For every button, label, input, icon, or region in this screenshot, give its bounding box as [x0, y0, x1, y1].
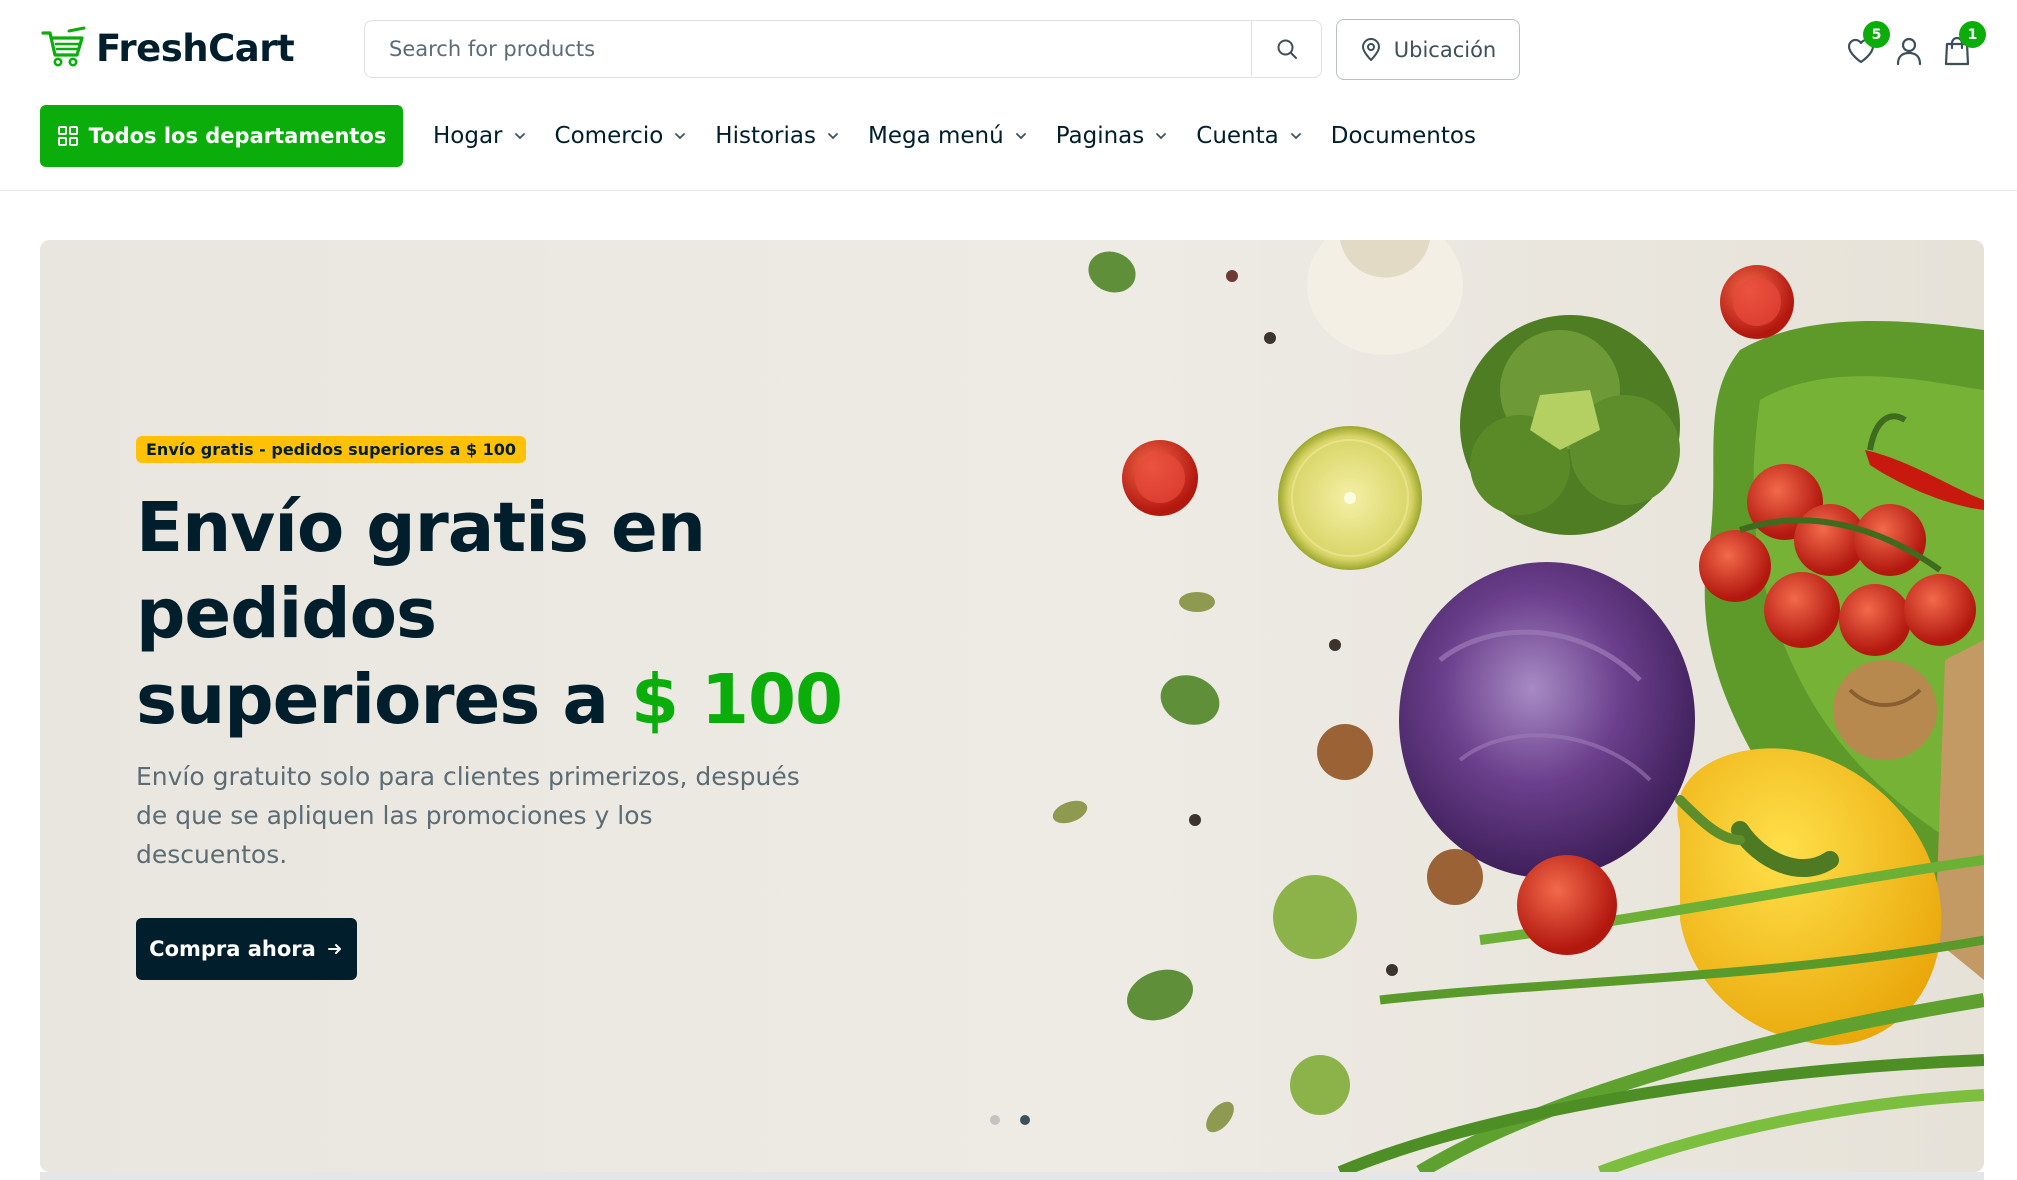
cart-count-badge: 1 [1959, 21, 1986, 48]
wishlist-count-badge: 5 [1863, 21, 1890, 48]
logo[interactable]: FreshCart [40, 22, 295, 74]
promo-badge: Envío gratis - pedidos superiores a $ 10… [136, 436, 527, 463]
search-bar [364, 20, 1322, 78]
chevron-down-icon [675, 133, 686, 140]
shop-now-label: Compra ahora [149, 937, 316, 961]
nav-item-label: Hogar [433, 123, 503, 149]
carousel-dot-1[interactable] [990, 1115, 1000, 1125]
nav-item-label: Paginas [1055, 123, 1145, 149]
nav-item-paginas[interactable]: Paginas [1056, 123, 1169, 149]
chevron-down-icon [514, 133, 525, 140]
cart-logo-icon [41, 26, 86, 67]
header: FreshCart Ubicación 5 [0, 0, 2017, 100]
all-departments-button[interactable]: Todos los departamentos [40, 105, 403, 167]
shop-now-button[interactable]: Compra ahora [136, 918, 357, 980]
search-icon [1277, 39, 1297, 59]
chevron-down-icon [1015, 133, 1026, 140]
nav-item-cuenta[interactable]: Cuenta [1196, 123, 1302, 149]
search-button[interactable] [1251, 21, 1321, 76]
hero-title-line: Envío gratis en [136, 488, 706, 568]
nav-item-comercio[interactable]: Comercio [555, 123, 688, 149]
hero-title-price: $ 100 [630, 660, 843, 740]
nav-item-label: Cuenta [1196, 123, 1279, 149]
wishlist-button[interactable]: 5 [1844, 21, 1890, 68]
hero-banner: Envío gratis - pedidos superiores a $ 10… [40, 240, 1984, 1172]
hero-title-line: pedidos [136, 574, 437, 654]
chevron-down-icon [1156, 133, 1167, 140]
brand-name: FreshCart [96, 26, 295, 70]
chevron-down-icon [828, 133, 838, 140]
nav-item-hogar[interactable]: Hogar [433, 123, 527, 149]
hero-title-line: superiores a [136, 660, 609, 740]
nav-item-label: Historias [715, 123, 816, 149]
grid-icon [57, 126, 78, 146]
location-label: Ubicación [1393, 37, 1497, 62]
nav-item-label: Comercio [554, 123, 664, 149]
nav-item-label: Mega menú [867, 123, 1004, 149]
map-pin-icon [1361, 37, 1380, 61]
page-divider [40, 1172, 1984, 1180]
cart-button[interactable]: 1 [1940, 21, 1986, 68]
search-input[interactable] [365, 21, 1255, 76]
main-nav: Todos los departamentos Hogar Comercio H… [0, 100, 2017, 191]
chevron-down-icon [1290, 133, 1301, 140]
carousel-dot-2[interactable] [1020, 1115, 1030, 1125]
user-icon [1896, 37, 1922, 66]
all-departments-label: Todos los departamentos [88, 124, 387, 148]
location-button[interactable]: Ubicación [1336, 19, 1520, 80]
carousel-indicators [990, 1115, 1030, 1125]
account-button[interactable] [1892, 34, 1926, 68]
nav-item-mega-menu[interactable]: Mega menú [868, 123, 1028, 149]
hero-content: Envío gratis - pedidos superiores a $ 10… [136, 436, 856, 874]
nav-item-label: Documentos [1330, 123, 1476, 149]
hero-title: Envío gratis en pedidos superiores a $ 1… [136, 485, 856, 743]
hero-subtitle: Envío gratuito solo para clientes primer… [136, 762, 800, 869]
nav-menu: Hogar Comercio Historias Mega menú Pagin… [433, 105, 1504, 167]
arrow-right-icon [327, 944, 341, 954]
nav-item-historias[interactable]: Historias [715, 123, 840, 149]
nav-item-documentos[interactable]: Documentos [1331, 123, 1476, 149]
